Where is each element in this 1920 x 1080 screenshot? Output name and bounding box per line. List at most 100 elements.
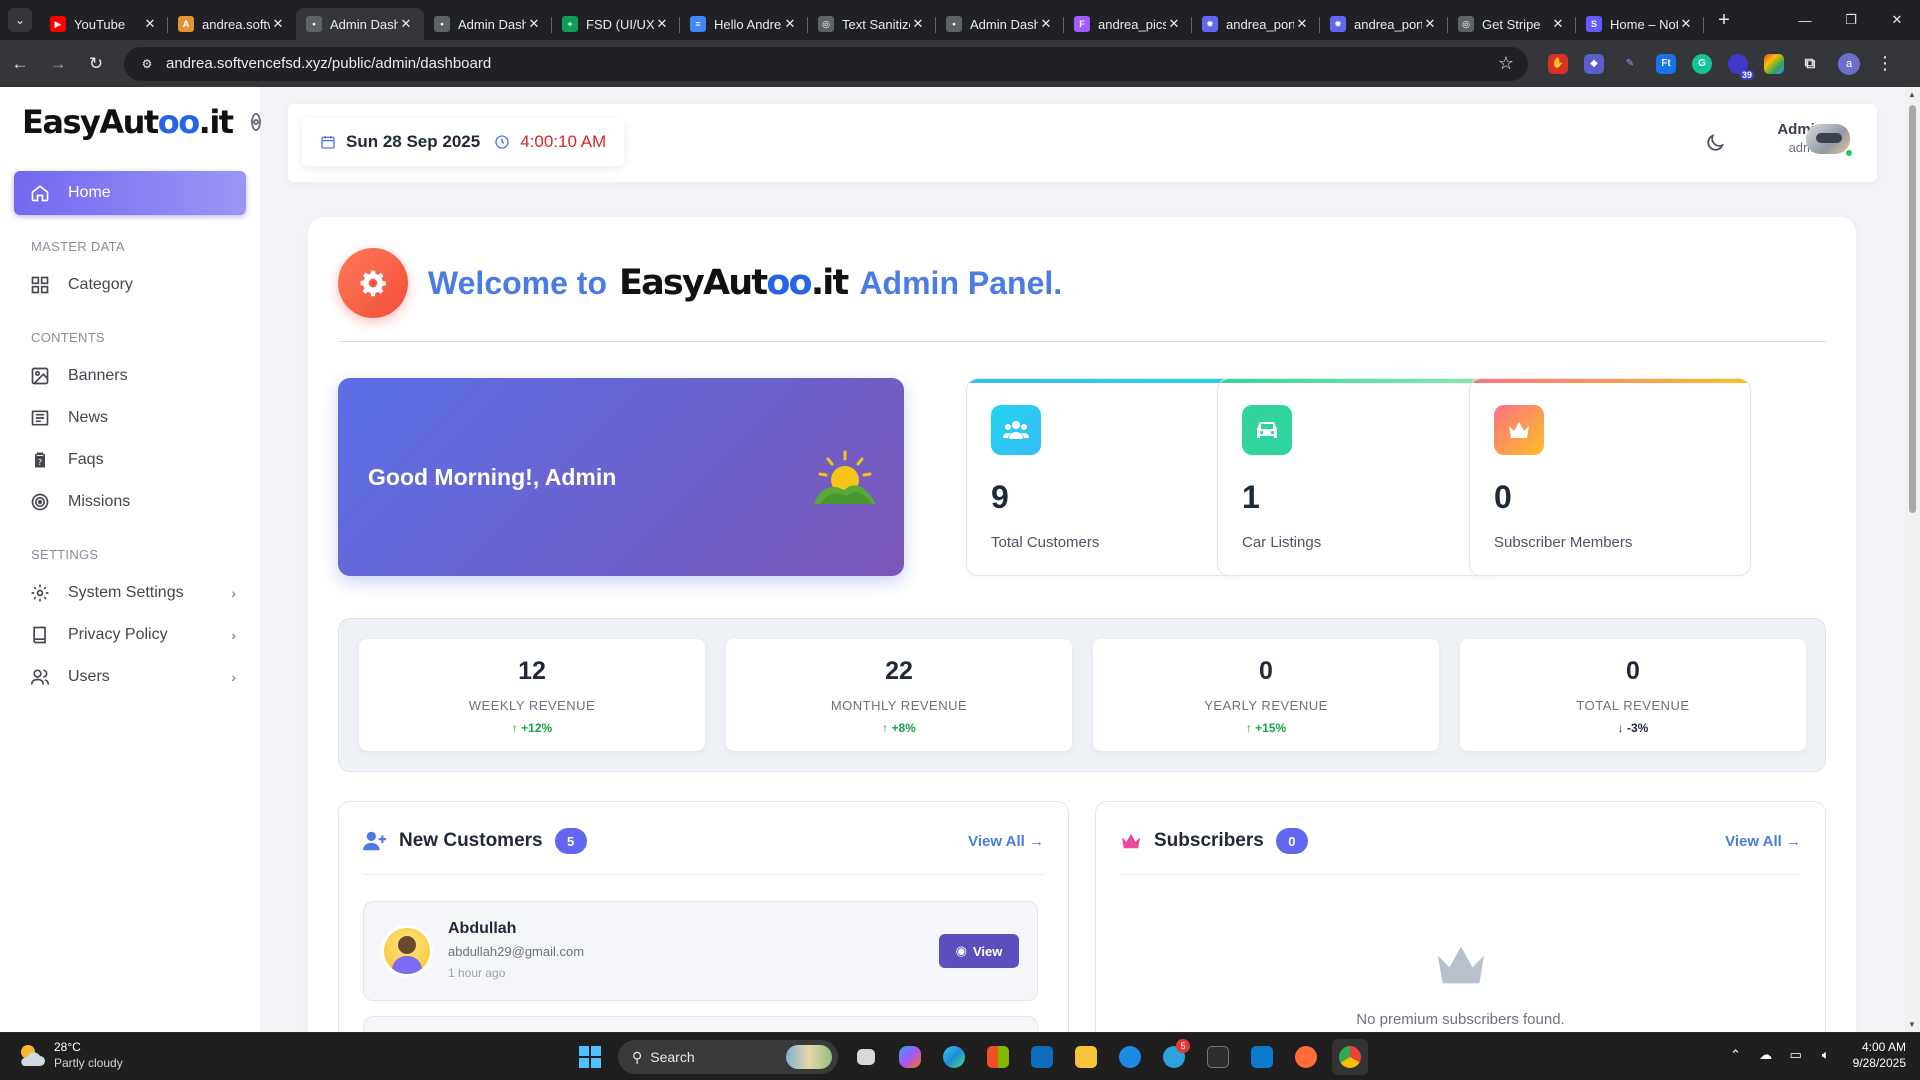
close-tab-icon[interactable]: ✕ — [142, 16, 158, 32]
tab-search-button[interactable]: ⌄ — [0, 0, 40, 40]
app-icon[interactable] — [1112, 1039, 1148, 1075]
sidebar-toggle-icon[interactable] — [250, 113, 261, 131]
stat-accent-bar — [967, 379, 1247, 383]
onedrive-cloud-icon[interactable]: ☁ — [1754, 1047, 1778, 1063]
browser-menu-icon[interactable]: ⋮ — [1876, 53, 1894, 74]
restore-button[interactable]: ❐ — [1828, 0, 1874, 40]
browser-tab[interactable]: Aandrea.softvencefsd✕ — [168, 8, 296, 40]
copilot-icon[interactable] — [892, 1039, 928, 1075]
sidebar-item-users[interactable]: Users › — [0, 656, 260, 698]
volume-icon[interactable]: 🔈︎ — [1814, 1047, 1838, 1063]
close-tab-icon[interactable]: ✕ — [270, 16, 286, 32]
arrow-right-icon: → — [1786, 833, 1801, 850]
close-tab-icon[interactable]: ✕ — [526, 16, 542, 32]
stat-value: 0 — [1494, 479, 1512, 515]
easyautoo-logo[interactable]: EasyAutoo.it — [22, 103, 234, 141]
scrollbar-thumb[interactable] — [1909, 105, 1916, 513]
top-header: Sun 28 Sep 2025 4:00:10 AM Admin admin — [288, 104, 1877, 182]
site-info-icon[interactable]: ⚙ — [138, 55, 156, 73]
close-tab-icon[interactable]: ✕ — [1294, 16, 1310, 32]
task-view-icon[interactable] — [848, 1039, 884, 1075]
sidebar-item-missions[interactable]: Missions — [0, 481, 260, 523]
display-icon[interactable]: ▭ — [1784, 1047, 1808, 1063]
crown-icon — [1122, 833, 1140, 849]
browser-tab[interactable]: + FSD (UI/UX) ✕ — [552, 8, 680, 40]
page-scrollbar[interactable]: ▲ ▼ — [1905, 87, 1920, 1032]
extension-icon[interactable] — [1764, 53, 1784, 74]
revenue-change: ↓ -3% — [1460, 721, 1806, 735]
arrow-up-icon: ↑ — [882, 721, 889, 735]
browser-tab[interactable]: ◎ Text Sanitizer✕ — [808, 8, 936, 40]
sidebar-item-banners[interactable]: Banners — [0, 355, 260, 397]
sidebar-item-system-settings[interactable]: System Settings › — [0, 572, 260, 614]
taskbar-search[interactable]: ⚲ Search — [618, 1040, 838, 1074]
extension-icon[interactable]: ✋ — [1548, 53, 1568, 74]
browser-tab[interactable]: ▶ YouTube ✕ — [40, 8, 168, 40]
puzzle-icon[interactable]: ⧉ — [1800, 54, 1820, 74]
view-all-subscribers-link[interactable]: View All → — [1725, 833, 1801, 850]
sidebar-item-category[interactable]: Category — [0, 264, 260, 306]
tab-separator — [1703, 17, 1704, 33]
reload-button[interactable]: ↻ — [78, 46, 114, 82]
weather-widget[interactable]: 28°C Partly cloudy — [16, 1040, 123, 1070]
forward-button[interactable]: → — [40, 46, 76, 82]
close-window-button[interactable]: ✕ — [1874, 0, 1920, 40]
close-tab-icon[interactable]: ✕ — [1550, 16, 1566, 32]
browser-tab[interactable]: S Home – Notion✕ — [1576, 8, 1704, 40]
browser-tab[interactable]: ≡ Hello Andrea ✕ — [680, 8, 808, 40]
store-icon[interactable] — [980, 1039, 1016, 1075]
close-tab-icon[interactable]: ✕ — [1038, 16, 1054, 32]
system-clock[interactable]: 4:00 AM 9/28/2025 — [1853, 1039, 1906, 1071]
browser-tab[interactable]: ✹ andrea_portal✕ — [1192, 8, 1320, 40]
url-text[interactable]: andrea.softvencefsd.xyz/public/admin/das… — [166, 55, 1498, 72]
sidebar-item-home[interactable]: Home — [14, 171, 246, 215]
telegram-icon[interactable]: 5 — [1156, 1039, 1192, 1075]
close-tab-icon[interactable]: ✕ — [910, 16, 926, 32]
sidebar-item-faqs[interactable]: ? Faqs — [0, 439, 260, 481]
chevron-up-icon[interactable]: ⌃ — [1724, 1047, 1748, 1063]
close-tab-icon[interactable]: ✕ — [654, 16, 670, 32]
close-tab-icon[interactable]: ✕ — [782, 16, 798, 32]
vscode-icon[interactable] — [1244, 1039, 1280, 1075]
view-all-customers-link[interactable]: View All → — [968, 833, 1044, 850]
new-tab-button[interactable]: + — [1710, 6, 1738, 34]
bookmark-star-icon[interactable]: ☆ — [1498, 53, 1514, 74]
file-explorer-icon[interactable] — [1068, 1039, 1104, 1075]
dark-mode-moon-icon[interactable] — [1704, 132, 1726, 154]
extension-icon[interactable]: Ft — [1656, 53, 1676, 74]
section-settings: SETTINGS — [31, 547, 99, 562]
outlook-icon[interactable] — [1024, 1039, 1060, 1075]
minimize-button[interactable]: — — [1782, 0, 1828, 40]
browser-tab[interactable]: • Admin Dashboard✕ — [936, 8, 1064, 40]
terminal-icon[interactable] — [1200, 1039, 1236, 1075]
extension-icon[interactable]: ✎ — [1620, 54, 1640, 74]
close-tab-icon[interactable]: ✕ — [1166, 16, 1182, 32]
grammarly-icon[interactable]: G — [1692, 53, 1712, 74]
scroll-up-arrow[interactable]: ▲ — [1908, 90, 1916, 99]
postman-icon[interactable] — [1288, 1039, 1324, 1075]
close-tab-icon[interactable]: ✕ — [1422, 16, 1438, 32]
close-tab-icon[interactable]: ✕ — [1678, 16, 1694, 32]
sidebar-item-news[interactable]: News — [0, 397, 260, 439]
close-tab-icon[interactable]: ✕ — [398, 16, 414, 32]
scroll-down-arrow[interactable]: ▼ — [1908, 1020, 1916, 1029]
browser-tab[interactable]: Fandrea_pics ✕ — [1064, 8, 1192, 40]
user-avatar[interactable] — [1806, 124, 1850, 154]
browser-toolbar: ← → ↻ ⚙ andrea.softvencefsd.xyz/public/a… — [0, 40, 1920, 87]
extension-icon[interactable]: 39 — [1728, 53, 1754, 80]
sidebar-item-privacy-policy[interactable]: Privacy Policy › — [0, 614, 260, 656]
start-button[interactable] — [572, 1039, 608, 1075]
browser-tab[interactable]: • Admin Dashboard✕ — [296, 8, 424, 40]
edge-icon[interactable] — [936, 1039, 972, 1075]
profile-avatar[interactable]: a — [1838, 52, 1860, 75]
address-bar[interactable]: ⚙ andrea.softvencefsd.xyz/public/admin/d… — [124, 46, 1528, 81]
browser-tab[interactable]: ◎ Get Stripe ✕ — [1448, 8, 1576, 40]
browser-tab[interactable]: ✹ andrea_portal✕ — [1320, 8, 1448, 40]
crown-icon — [1494, 405, 1544, 455]
chrome-icon[interactable] — [1332, 1039, 1368, 1075]
back-button[interactable]: ← — [2, 46, 38, 82]
browser-tab[interactable]: • Admin Dashboard✕ — [424, 8, 552, 40]
extension-icon[interactable]: ◆ — [1584, 53, 1604, 74]
revenue-card: 12 WEEKLY REVENUE ↑ +12% — [359, 639, 705, 751]
view-customer-button[interactable]: ◉ View — [939, 934, 1019, 968]
